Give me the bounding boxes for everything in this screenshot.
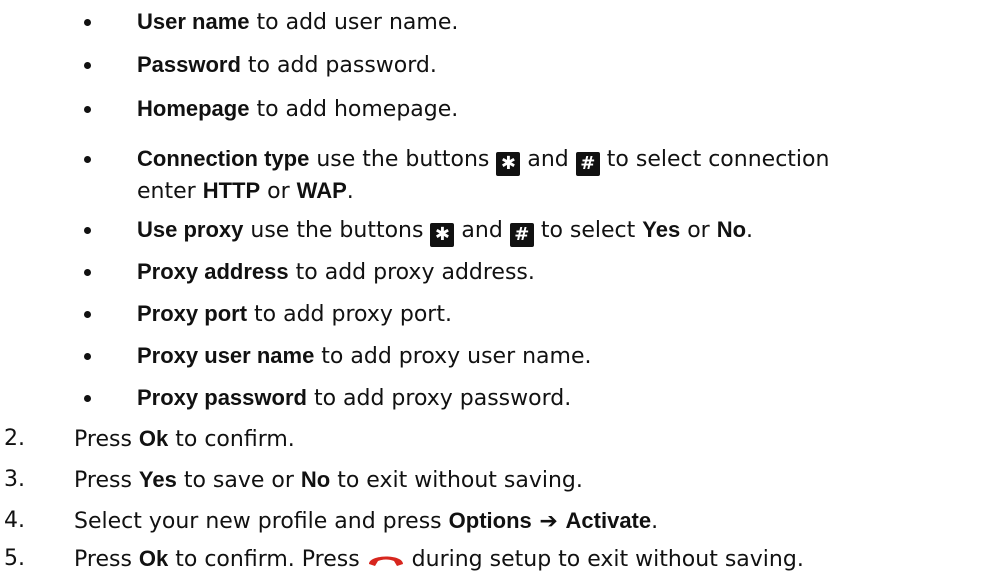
star-key-icon: ✱ [430, 223, 455, 247]
term: User name [137, 9, 250, 34]
end-call-icon [367, 548, 405, 570]
bullet-item-homepage: Homepage to add homepage. [137, 95, 458, 124]
bullet-marker [84, 62, 91, 69]
star-key-icon: ✱ [496, 152, 521, 176]
term: Proxy user name [137, 343, 315, 368]
description: to confirm. Press [168, 547, 367, 572]
bullet-marker [84, 227, 91, 234]
description: Press [74, 468, 139, 493]
punctuation: . [346, 179, 354, 204]
bullet-marker [84, 311, 91, 318]
description: and [520, 147, 576, 172]
term: Proxy password [137, 385, 307, 410]
description: to add proxy address. [288, 260, 535, 285]
softkey-label: No [300, 467, 331, 492]
description: and [454, 218, 510, 243]
document-page: User name to add user name. Password to … [0, 0, 987, 578]
description: to confirm. [168, 427, 295, 452]
step-number: 4. [4, 508, 25, 533]
term: Password [137, 52, 241, 77]
description: to exit without saving. [330, 468, 583, 493]
bullet-item-password: Password to add password. [137, 51, 437, 80]
softkey-label: Yes [138, 467, 177, 492]
softkey-label: Options [448, 508, 532, 533]
step-3: Press Yes to save or No to exit without … [74, 466, 583, 495]
bullet-item-proxy-port: Proxy port to add proxy port. [137, 300, 452, 329]
term: Homepage [137, 96, 250, 121]
term: Use proxy [137, 217, 244, 242]
bullet-marker [84, 19, 91, 26]
bullet-item-proxy-address: Proxy address to add proxy address. [137, 258, 535, 287]
term: Connection type [137, 146, 310, 171]
description: during setup to exit without saving. [404, 547, 804, 572]
option: Yes [642, 217, 681, 242]
description: to add proxy user name. [314, 344, 592, 369]
bullet-marker [84, 395, 91, 402]
description: use the buttons [243, 218, 431, 243]
step-4: Select your new profile and press Option… [74, 507, 658, 536]
description: to add homepage. [249, 97, 459, 122]
punctuation: . [746, 218, 754, 243]
description: or [680, 218, 717, 243]
bullet-item-connection-type-cont: enter HTTP or WAP. [137, 177, 354, 206]
hash-key-icon: # [575, 152, 600, 176]
description: or [260, 179, 297, 204]
bullet-marker [84, 269, 91, 276]
description: to add proxy port. [247, 302, 452, 327]
term: Proxy port [137, 301, 248, 326]
bullet-marker [84, 106, 91, 113]
description: to add user name. [249, 10, 459, 35]
description: to add proxy password. [306, 386, 572, 411]
step-2: Press Ok to confirm. [74, 425, 295, 454]
description: Press [74, 427, 139, 452]
bullet-item-use-proxy: Use proxy use the buttons ✱ and # to sel… [137, 216, 753, 247]
description: Select your new profile and press [74, 509, 449, 534]
description: enter [137, 179, 203, 204]
step-5: Press Ok to confirm. Press during setup … [74, 545, 804, 574]
hash-key-icon: # [509, 223, 534, 247]
description: to select connection [599, 147, 830, 172]
punctuation: . [651, 509, 659, 534]
bullet-marker [84, 156, 91, 163]
option: No [716, 217, 747, 242]
description: use the buttons [309, 147, 497, 172]
arrow-right-icon: ➔ [531, 509, 566, 534]
softkey-label: Ok [138, 426, 169, 451]
bullet-item-proxy-user-name: Proxy user name to add proxy user name. [137, 342, 592, 371]
step-number: 5. [4, 546, 25, 571]
description: Press [74, 547, 139, 572]
bullet-item-connection-type: Connection type use the buttons ✱ and # … [137, 145, 829, 176]
description: to add password. [240, 53, 437, 78]
description: to save or [176, 468, 301, 493]
term: Proxy address [137, 259, 289, 284]
bullet-marker [84, 353, 91, 360]
bullet-item-user-name: User name to add user name. [137, 8, 458, 37]
softkey-label: Activate [565, 508, 652, 533]
bullet-item-proxy-password: Proxy password to add proxy password. [137, 384, 571, 413]
description: to select [533, 218, 643, 243]
softkey-label: Ok [138, 546, 169, 571]
step-number: 2. [4, 426, 25, 451]
option: WAP [296, 178, 347, 203]
option: HTTP [202, 178, 261, 203]
step-number: 3. [4, 467, 25, 492]
